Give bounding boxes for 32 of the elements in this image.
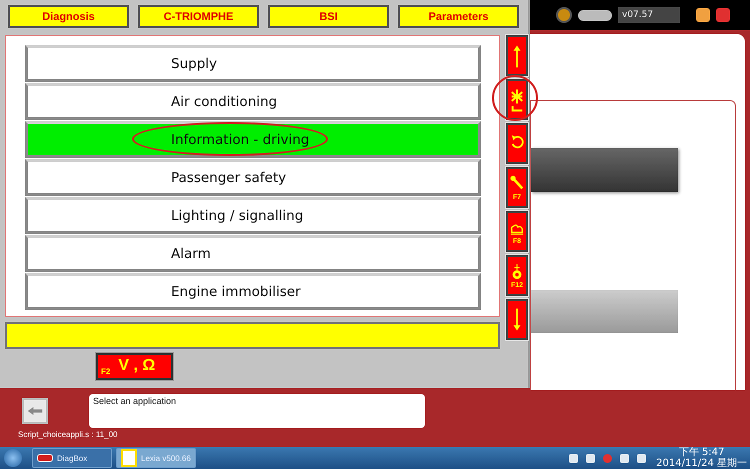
menu-item[interactable]: Information - driving — [25, 121, 481, 158]
menu-item[interactable]: Air conditioning — [25, 83, 481, 120]
undo-button[interactable] — [506, 123, 528, 164]
menu-item[interactable]: Engine immobiliser — [25, 273, 481, 310]
asterisk-button[interactable] — [506, 79, 528, 120]
message-box: Select an application — [89, 394, 425, 428]
app-icon — [37, 454, 53, 462]
arrow-left-icon — [27, 406, 43, 416]
minimize-button[interactable] — [696, 8, 710, 22]
menu-item[interactable]: Supply — [25, 45, 481, 82]
menu-item[interactable]: Passenger safety — [25, 159, 481, 196]
clock-time: 下午 5:47 — [678, 447, 724, 458]
taskbar-item[interactable]: DiagBox — [32, 448, 112, 468]
coin-icon[interactable] — [556, 7, 572, 23]
menu-item[interactable]: Lighting / signalling — [25, 197, 481, 234]
header-button[interactable]: Parameters — [398, 5, 519, 28]
close-button[interactable] — [716, 8, 730, 22]
start-button[interactable] — [4, 449, 22, 467]
back-button[interactable] — [22, 398, 48, 424]
arrow-down-button[interactable] — [506, 299, 528, 340]
header-button[interactable]: BSI — [268, 5, 389, 28]
script-label: Script_choiceappli.s : 11_00 — [18, 430, 118, 440]
measure-button[interactable]: F2 V , Ω — [96, 353, 173, 380]
menu-item[interactable]: Alarm — [25, 235, 481, 272]
header-button[interactable]: C-TRIOMPHE — [138, 5, 259, 28]
antenna-icon — [510, 262, 524, 282]
clock-date: 2014/11/24 星期一 — [656, 458, 747, 469]
clock[interactable]: 下午 5:47 2014/11/24 星期一 — [656, 447, 747, 469]
arrow-up-button[interactable] — [506, 35, 528, 76]
version-field: v07.57 — [618, 7, 680, 23]
header-button[interactable]: Diagnosis — [8, 5, 129, 28]
app-icon — [121, 449, 137, 467]
